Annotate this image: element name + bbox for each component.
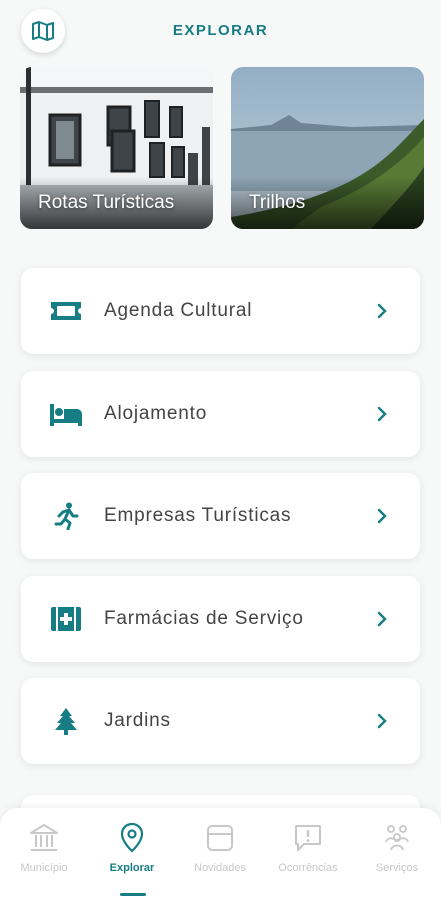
nav-label: Explorar [109,862,155,874]
menu-item-jardins[interactable]: Jardins [21,678,420,764]
menu-item-farmacias-de-servico[interactable]: Farmácias de Serviço [21,576,420,662]
town-hall-icon [30,824,58,851]
services-icon [385,825,409,851]
menu-item-label: Agenda Cultural [104,300,253,321]
page-title: EXPLORAR [172,22,269,39]
nav-ocorrencias[interactable]: Ocorrências [264,822,352,896]
chevron-right-icon [377,406,387,422]
tree-icon [55,708,77,735]
menu-item-label: Farmácias de Serviço [104,608,304,629]
chevron-right-icon [377,508,387,524]
active-tab-indicator [120,893,146,896]
menu-item-alojamento[interactable]: Alojamento [21,371,420,457]
news-icon [207,825,233,851]
chevron-right-icon [377,303,387,319]
nav-municipio[interactable]: Município [0,822,88,896]
menu-item-label: Empresas Turísticas [104,505,292,526]
menu-item-agenda-cultural[interactable]: Agenda Cultural [21,268,420,354]
nav-label: Serviços [375,862,419,874]
location-pin-icon [120,822,144,853]
pharmacy-icon [51,607,81,631]
nav-novidades[interactable]: Novidades [176,822,264,896]
tile-trilhos[interactable]: Trilhos [231,67,424,229]
nav-label: Novidades [194,862,246,874]
nav-explorar[interactable]: Explorar [88,822,176,896]
chevron-right-icon [377,611,387,627]
featured-tiles: Rotas Turísticas Trilhos [20,67,424,229]
bed-icon [50,404,82,426]
nav-servicos[interactable]: Serviços [353,822,441,896]
menu-item-label: Jardins [104,710,171,731]
tile-rotas-turisticas[interactable]: Rotas Turísticas [20,67,213,229]
bottom-nav: Município Explorar Novidades Ocorrências [0,808,441,900]
app-header: EXPLORAR [0,0,441,62]
menu-item-label: Alojamento [104,403,208,424]
running-person-icon [54,502,79,530]
tile-label: Trilhos [249,192,306,213]
tile-label: Rotas Turísticas [38,192,175,213]
nav-label: Ocorrências [278,862,338,874]
ticket-icon [51,302,81,320]
chevron-right-icon [377,713,387,729]
nav-label: Município [20,862,68,874]
menu-item-empresas-turisticas[interactable]: Empresas Turísticas [21,473,420,559]
alert-message-icon [295,825,321,851]
